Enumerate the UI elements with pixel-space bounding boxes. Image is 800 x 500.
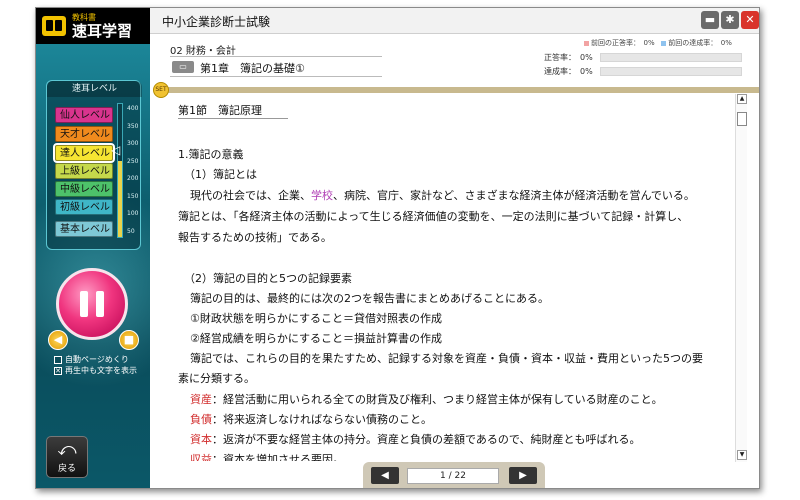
divider	[170, 56, 382, 57]
paragraph: 簿記とは、「各経済主体の活動によって生じる経済価値の変動を、一定の法則に基づいて…	[178, 210, 689, 223]
level-button[interactable]: 達人レベル	[53, 143, 115, 163]
speed-scale-fill	[118, 161, 122, 237]
sticker-icon: SET	[153, 82, 169, 98]
gear-icon: ✱	[725, 13, 735, 26]
prev-correct-legend: 前回の正答率： 0%	[591, 39, 655, 47]
paragraph: 簿記の目的は、最終的には次の2つを報告書にまとめあげることにある。	[190, 292, 549, 305]
prev-page-button[interactable]: ◀	[371, 467, 399, 484]
paragraph: ②経営成績を明らかにすること＝損益計算書の作成	[190, 332, 442, 345]
logo-subtitle: 教科書	[72, 12, 96, 22]
book-icon	[42, 16, 66, 36]
correct-rate-bar	[600, 53, 742, 62]
achievement-rate-value: 0%	[580, 67, 593, 76]
term: 負債	[190, 413, 212, 426]
title-bar: 中小企業診断士試験 ▬ ✱ ✕	[150, 8, 759, 34]
term: 資産	[190, 393, 212, 406]
scale-tick: 350	[127, 122, 139, 130]
close-icon: ✕	[745, 13, 755, 26]
auto-page-turn-checkbox[interactable]	[54, 355, 62, 364]
scroll-down-button[interactable]: ▼	[737, 450, 747, 460]
logo-title: 速耳学習	[72, 21, 133, 40]
content-divider	[160, 87, 759, 93]
divider	[178, 118, 288, 119]
level-button[interactable]: 中級レベル	[55, 181, 113, 197]
window-title: 中小企業診断士試験	[162, 15, 271, 29]
heading: 1.簿記の意義	[178, 148, 244, 161]
subheading: （2）簿記の目的と5つの記録要素	[184, 272, 352, 285]
level-button[interactable]: 初級レベル	[55, 199, 113, 215]
show-text-option[interactable]: ✕ 再生中も文字を表示	[54, 365, 137, 376]
subject-title: 02 財務・会計	[170, 46, 236, 57]
paragraph: 報告するための技術」である。	[178, 231, 332, 244]
lesson-header: 02 財務・会計 ▭ 第1章 簿記の基礎① 前回の正答率： 0% 前回の達成率：…	[150, 34, 759, 86]
scale-tick: 300	[127, 140, 139, 147]
logo: 教科書 速耳学習	[36, 8, 150, 44]
scale-tick: 400	[127, 105, 139, 112]
level-button[interactable]: 天才レベル	[55, 126, 113, 142]
definition: 負債：将来返済しなければならない債務のこと。	[190, 413, 432, 426]
close-button[interactable]: ✕	[741, 11, 759, 29]
pager: ◀ 1 / 22 ▶	[363, 462, 545, 488]
scale-tick: 250	[127, 157, 139, 165]
sidebar: 教科書 速耳学習 速耳レベル 仙人レベル天才レベル 達人レベル 上級レベル中級レベル…	[36, 8, 150, 488]
scroll-thumb[interactable]	[737, 112, 747, 126]
scale-tick: 150	[127, 192, 139, 200]
folder-icon: ▬	[704, 13, 716, 26]
term: 資本	[190, 433, 212, 446]
achievement-rate-row: 達成率： 0%	[530, 66, 742, 77]
paragraph: 簿記では、これらの目的を果たすため、記録する対象を資産・負債・資本・収益・費用と…	[190, 352, 703, 365]
chapter-icon: ▭	[172, 61, 194, 73]
definition: 資産：経営活動に用いられる全ての財貨及び権利、つまり経営主体が保有している財産の…	[190, 393, 663, 406]
highlighted-term: 学校	[311, 189, 333, 202]
section-title: 第1節 簿記原理	[178, 104, 262, 117]
show-text-checkbox[interactable]: ✕	[54, 366, 62, 375]
show-text-label: 再生中も文字を表示	[65, 366, 137, 375]
level-button[interactable]: 上級レベル	[55, 163, 113, 179]
paragraph: 素に分類する。	[178, 372, 255, 385]
pause-button[interactable]	[56, 268, 128, 340]
text-content: 第1節 簿記原理 1.簿記の意義 （1）簿記とは 現代の社会では、企業、学校、病…	[168, 96, 743, 461]
correct-rate-value: 0%	[580, 53, 593, 62]
subheading: （1）簿記とは	[184, 168, 257, 181]
next-page-button[interactable]: ▶	[509, 467, 537, 484]
scroll-up-button[interactable]: ▲	[737, 94, 747, 104]
page-indicator: 1 / 22	[407, 468, 499, 484]
level-button[interactable]: 基本レベル	[55, 221, 113, 237]
stop-button[interactable]: ■	[119, 330, 139, 350]
settings-button[interactable]: ✱	[721, 11, 739, 29]
scale-tick: 50	[127, 227, 135, 235]
speed-level-panel: 速耳レベル 仙人レベル天才レベル 達人レベル 上級レベル中級レベル初級レベル基本レベ…	[46, 80, 142, 250]
divider	[170, 76, 382, 77]
achievement-rate-label: 達成率：	[544, 67, 576, 76]
chapter-title: 第1章 簿記の基礎①	[200, 62, 305, 75]
term: 収益	[190, 453, 212, 461]
prev-correct-swatch	[584, 40, 589, 46]
scale-tick: 100	[127, 210, 139, 217]
score-legend: 前回の正答率： 0% 前回の達成率： 0%	[584, 38, 732, 48]
paragraph: 現代の社会では、企業、学校、病院、官庁、家計など、さまざまな経済主体が経済活動を…	[190, 189, 695, 202]
speed-scale[interactable]	[117, 103, 123, 238]
auto-page-turn-option[interactable]: 自動ページめくり	[54, 354, 129, 365]
definition: 収益：資本を増加させる要因。	[190, 451, 344, 461]
achievement-rate-bar	[600, 67, 742, 76]
level-panel-title: 速耳レベル	[47, 81, 142, 97]
level-button[interactable]: 仙人レベル	[55, 107, 113, 123]
level-pointer-icon[interactable]: ◁	[111, 144, 120, 156]
content-scrollbar[interactable]: ▲ ▼	[735, 94, 747, 462]
pause-icon	[80, 291, 104, 317]
correct-rate-label: 正答率：	[544, 53, 576, 62]
folder-button[interactable]: ▬	[701, 11, 719, 29]
back-arrow-icon: ⤺	[57, 439, 77, 460]
rewind-button[interactable]: ◀	[48, 330, 68, 350]
auto-page-turn-label: 自動ページめくり	[65, 355, 129, 364]
back-label: 戻る	[57, 464, 76, 474]
app-window: 教科書 速耳学習 速耳レベル 仙人レベル天才レベル 達人レベル 上級レベル中級レベル…	[35, 7, 760, 489]
paragraph: ①財政状態を明らかにすること＝貸借対照表の作成	[190, 312, 442, 325]
back-button[interactable]: ⤺ 戻る	[46, 436, 88, 478]
definition: 資本：返済が不要な経営主体の持分。資産と負債の差額であるので、純財産とも呼ばれる…	[190, 433, 641, 446]
prev-achieve-swatch	[661, 40, 667, 46]
prev-achieve-legend: 前回の達成率： 0%	[668, 39, 732, 47]
correct-rate-row: 正答率： 0%	[530, 52, 742, 63]
scale-tick: 200	[127, 175, 139, 182]
